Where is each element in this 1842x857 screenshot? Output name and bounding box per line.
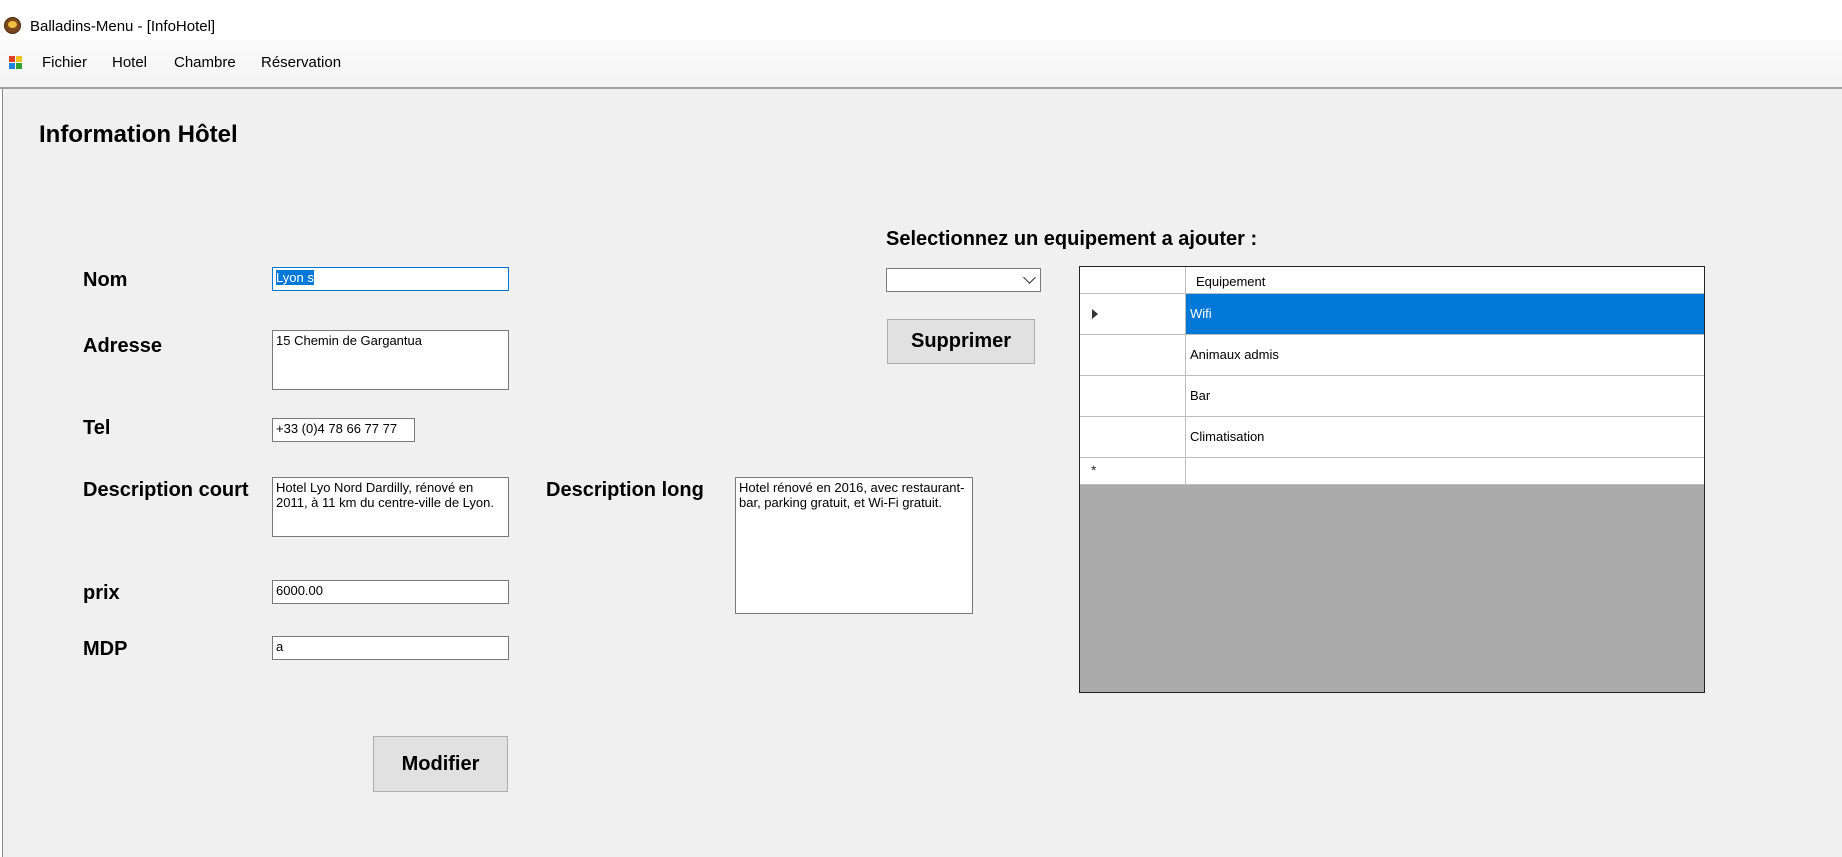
equipement-prompt: Selectionnez un equipement a ajouter : xyxy=(886,228,1258,250)
menu-fichier[interactable]: Fichier xyxy=(42,54,87,71)
table-row[interactable]: Climatisation xyxy=(1080,417,1704,458)
mdp-label: MDP xyxy=(83,638,128,660)
table-row[interactable]: Bar xyxy=(1080,376,1704,417)
menu-chambre[interactable]: Chambre xyxy=(174,54,236,71)
adresse-label: Adresse xyxy=(83,335,162,357)
tel-label: Tel xyxy=(83,417,111,439)
app-icon xyxy=(4,17,21,34)
table-row[interactable]: Wifi xyxy=(1080,294,1704,335)
grid-header: Equipement xyxy=(1080,267,1704,294)
equipement-grid[interactable]: Equipement Wifi Animaux admis Bar Climat… xyxy=(1079,266,1705,693)
row-header[interactable] xyxy=(1080,335,1186,375)
table-cell[interactable]: Animaux admis xyxy=(1186,335,1704,375)
menu-reservation[interactable]: Réservation xyxy=(261,54,341,71)
description-court-field[interactable]: Hotel Lyo Nord Dardilly, rénové en 2011,… xyxy=(272,477,509,537)
window-titlebar: Balladins-Menu - [InfoHotel] xyxy=(0,0,1842,40)
table-cell[interactable]: Wifi xyxy=(1186,294,1704,334)
adresse-field[interactable]: 15 Chemin de Gargantua xyxy=(272,330,509,390)
description-long-field[interactable]: Hotel rénové en 2016, avec restaurant-ba… xyxy=(735,477,973,614)
new-row-marker: * xyxy=(1091,462,1097,478)
nom-field[interactable]: Lyon s xyxy=(272,267,509,291)
supprimer-button[interactable]: Supprimer xyxy=(887,319,1035,364)
row-header[interactable]: * xyxy=(1080,458,1186,484)
row-header[interactable] xyxy=(1080,294,1186,334)
table-cell[interactable]: Bar xyxy=(1186,376,1704,416)
current-row-arrow-icon xyxy=(1092,309,1098,319)
form-title: Information Hôtel xyxy=(39,121,238,148)
table-cell[interactable]: Climatisation xyxy=(1186,417,1704,457)
mdp-field[interactable]: a xyxy=(272,636,509,660)
description-long-label: Description long xyxy=(546,479,704,501)
nom-label: Nom xyxy=(83,269,128,291)
modifier-button[interactable]: Modifier xyxy=(373,736,508,792)
tel-field[interactable]: +33 (0)4 78 66 77 77 xyxy=(272,418,415,442)
nom-value: Lyon s xyxy=(276,270,314,285)
description-court-label: Description court xyxy=(83,479,249,501)
table-cell[interactable] xyxy=(1186,458,1704,484)
row-header[interactable] xyxy=(1080,376,1186,416)
new-row[interactable]: * xyxy=(1080,458,1704,485)
grid-corner-header[interactable] xyxy=(1080,267,1186,293)
window-title: Balladins-Menu - [InfoHotel] xyxy=(30,18,216,35)
menu-hotel[interactable]: Hotel xyxy=(112,54,147,71)
equipement-combobox[interactable] xyxy=(886,268,1041,292)
row-header[interactable] xyxy=(1080,417,1186,457)
mdi-child-window-icon[interactable] xyxy=(9,56,25,70)
table-row[interactable]: Animaux admis xyxy=(1080,335,1704,376)
prix-label: prix xyxy=(83,582,120,604)
column-header-equipement[interactable]: Equipement xyxy=(1196,274,1265,289)
prix-field[interactable]: 6000.00 xyxy=(272,580,509,604)
chevron-down-icon[interactable] xyxy=(1023,271,1036,284)
